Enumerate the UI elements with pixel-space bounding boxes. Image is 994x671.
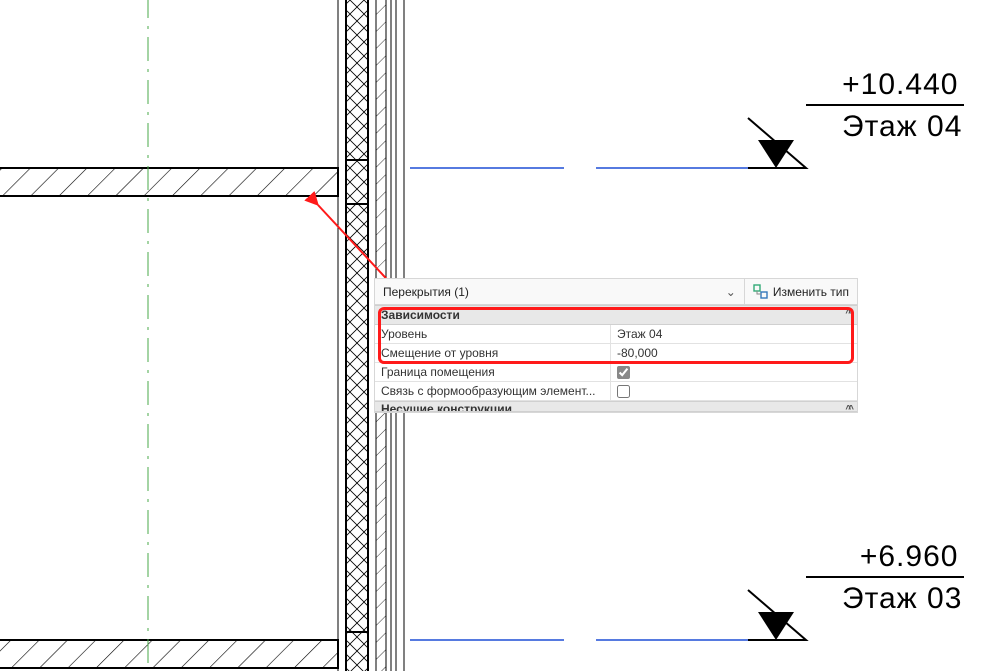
level-tag-upper[interactable]: +10.440 Этаж 04 xyxy=(806,68,964,144)
type-selector[interactable]: Перекрытия (1) ⌄ xyxy=(375,279,745,304)
roombound-checkbox[interactable] xyxy=(617,366,630,379)
level-elevation: +6.960 xyxy=(806,540,964,578)
group-header-dependencies[interactable]: Зависимости ^^ xyxy=(375,305,857,325)
level-name: Этаж 04 xyxy=(806,106,964,144)
level-elevation: +10.440 xyxy=(806,68,964,106)
prop-value[interactable] xyxy=(611,363,857,381)
slab-lower[interactable] xyxy=(0,640,338,668)
prop-label: Связь с формообразующим элемент... xyxy=(375,382,611,400)
prop-value[interactable] xyxy=(611,382,857,400)
level-tag-lower[interactable]: +6.960 Этаж 03 xyxy=(806,540,964,616)
level-name: Этаж 03 xyxy=(806,578,964,616)
prop-row-mass[interactable]: Связь с формообразующим элемент... xyxy=(375,382,857,401)
collapse-icon: ^^ xyxy=(845,404,851,412)
edit-type-button[interactable]: Изменить тип xyxy=(745,279,857,304)
properties-header: Перекрытия (1) ⌄ Изменить тип xyxy=(375,279,857,305)
mass-checkbox[interactable] xyxy=(617,385,630,398)
level-line-lower[interactable] xyxy=(410,590,806,640)
prop-row-offset[interactable]: Смещение от уровня -80,000 xyxy=(375,344,857,363)
slab-upper[interactable] xyxy=(0,168,338,196)
edit-type-label: Изменить тип xyxy=(773,285,849,299)
prop-value[interactable]: -80,000 xyxy=(611,344,857,362)
prop-row-roombounding[interactable]: Граница помещения xyxy=(375,363,857,382)
prop-label: Уровень xyxy=(375,325,611,343)
properties-panel: Перекрытия (1) ⌄ Изменить тип Зависимост… xyxy=(374,278,858,413)
group-header-structural[interactable]: Несущие конструкции ^^ xyxy=(375,401,857,412)
prop-row-level[interactable]: Уровень Этаж 04 xyxy=(375,325,857,344)
level-line-upper[interactable] xyxy=(410,118,806,168)
chevron-down-icon: ⌄ xyxy=(726,285,736,299)
type-selector-label: Перекрытия (1) xyxy=(383,285,469,299)
collapse-icon: ^^ xyxy=(845,308,851,319)
edit-type-icon xyxy=(753,284,769,300)
prop-label: Граница помещения xyxy=(375,363,611,381)
prop-label: Смещение от уровня xyxy=(375,344,611,362)
prop-value[interactable]: Этаж 04 xyxy=(611,325,857,343)
